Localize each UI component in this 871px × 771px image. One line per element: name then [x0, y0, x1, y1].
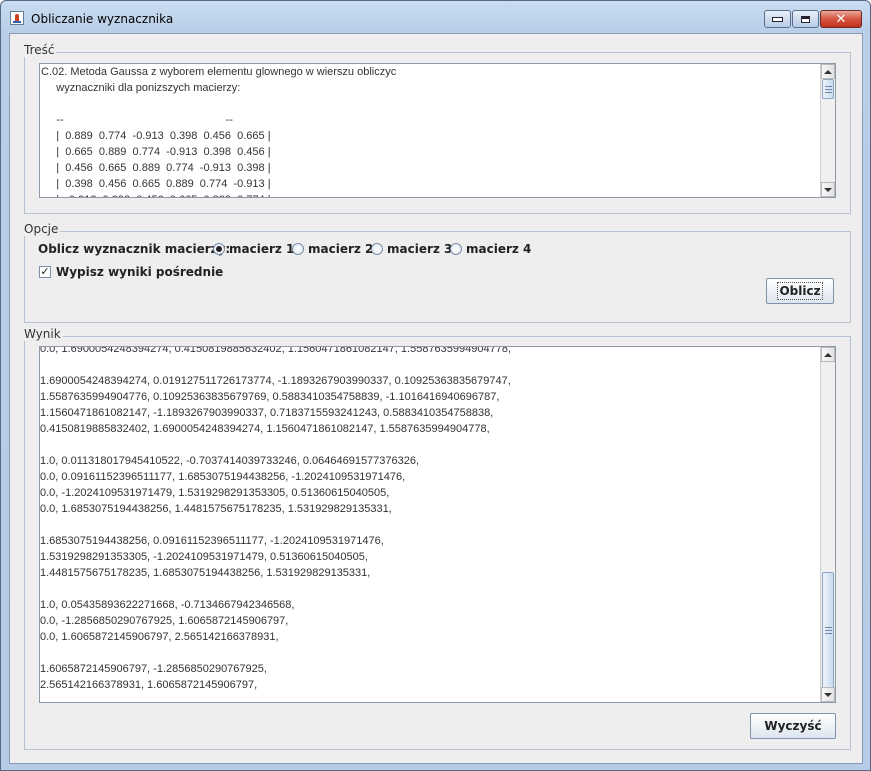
close-icon: ✕ [835, 11, 847, 27]
maximize-button[interactable] [792, 10, 819, 28]
text-line [41, 96, 820, 112]
text-line: 1.1560471861082147, -1.1893267903990337,… [40, 407, 494, 419]
text-line: 0.0, 1.6853075194438256, 1.4481575675178… [40, 503, 392, 515]
arrow-up-icon [824, 69, 832, 74]
text-line: | 0.398 0.456 0.665 0.889 0.774 -0.913 | [41, 178, 271, 190]
radio-label: macierz 4 [466, 242, 532, 256]
maximize-icon [801, 15, 810, 23]
show-intermediate-checkbox[interactable]: ✓ Wypisz wyniki pośrednie [39, 264, 223, 280]
text-line: 1.6065872145906797, -1.2856850290767925, [40, 663, 267, 675]
radio-macierz-2[interactable]: macierz 2 [292, 241, 373, 257]
text-line: | 0.456 0.665 0.889 0.774 -0.913 0.398 | [41, 162, 271, 174]
text-line: 1.6853075194438256, 0.09161152396511177,… [40, 535, 384, 547]
wynik-scrollbar[interactable] [820, 347, 835, 702]
arrow-down-icon [824, 692, 832, 697]
checkbox-label: Wypisz wyniki pośrednie [56, 265, 224, 279]
scroll-down-button[interactable] [821, 182, 835, 197]
tresc-textarea[interactable]: C.02. Metoda Gaussa z wyborem elementu g… [39, 63, 836, 198]
radio-label: macierz 2 [308, 242, 374, 256]
text-line [40, 357, 820, 373]
text-line: 0.0, 1.6900054248394274, 0.4150819885832… [40, 346, 512, 355]
text-line: 0.0, 0.09161152396511177, 1.685307519443… [40, 471, 406, 483]
radio-selected-icon [213, 243, 225, 255]
radio-macierz-3[interactable]: macierz 3 [371, 241, 452, 257]
java-app-icon [10, 11, 24, 25]
scroll-thumb[interactable] [822, 79, 834, 99]
opcje-title: Opcje [22, 222, 61, 236]
grip-icon [824, 85, 832, 93]
app-window: Obliczanie wyznacznika ✕ Treść C.02. Met… [0, 0, 871, 771]
arrow-down-icon [824, 187, 832, 192]
clear-button-label: Wyczyść [764, 719, 822, 733]
wynik-panel: Wynik 0.0, 1.6900054248394274, 0.4150819… [22, 327, 851, 750]
window-title: Obliczanie wyznacznika [31, 12, 174, 26]
text-line: | 0.889 0.774 -0.913 0.398 0.456 0.665 | [41, 130, 271, 142]
text-line: 1.0, 0.011318017945410522, -0.7037414039… [40, 455, 420, 467]
text-line: 1.5587635994904776, 0.10925363835679769,… [40, 391, 500, 403]
content-pane: Treść C.02. Metoda Gaussa z wyborem elem… [9, 33, 863, 764]
grip-icon [824, 627, 832, 634]
scroll-up-button[interactable] [821, 347, 835, 362]
text-line: 1.0, 0.05435893622271668, -0.71346679423… [40, 599, 295, 611]
radio-label: macierz 1 [229, 242, 295, 256]
tresc-panel: Treść C.02. Metoda Gaussa z wyborem elem… [22, 43, 851, 214]
tresc-text: C.02. Metoda Gaussa z wyborem elementu g… [40, 64, 820, 197]
text-line: -- -- [41, 114, 233, 126]
scroll-up-button[interactable] [821, 64, 835, 79]
wynik-title: Wynik [22, 327, 63, 341]
radio-unselected-icon [450, 243, 462, 255]
text-line: C.02. Metoda Gaussa z wyborem elementu g… [41, 66, 397, 78]
arrow-up-icon [824, 352, 832, 357]
minimize-button[interactable] [764, 10, 791, 28]
title-bar[interactable]: Obliczanie wyznacznika ✕ [1, 1, 870, 33]
text-line: | 0.665 0.889 0.774 -0.913 0.398 0.456 | [41, 146, 271, 158]
radio-unselected-icon [371, 243, 383, 255]
text-line: 0.0, 1.6065872145906797, 2.5651421663789… [40, 631, 279, 643]
opcje-panel: Opcje Oblicz wyznacznik macierzy: macier… [22, 222, 851, 323]
matrix-select-label: Oblicz wyznacznik macierzy: [38, 242, 231, 256]
radio-macierz-4[interactable]: macierz 4 [450, 241, 531, 257]
minimize-icon [772, 16, 783, 22]
wynik-textarea[interactable]: 0.0, 1.6900054248394274, 0.4150819885832… [39, 346, 836, 703]
text-line: wyznaczniki dla ponizszych macierzy: [41, 82, 241, 94]
tresc-title: Treść [22, 43, 57, 57]
close-button[interactable]: ✕ [820, 10, 862, 28]
text-line [40, 437, 820, 453]
checkmark-icon: ✓ [39, 265, 51, 278]
text-line: 1.5319298291353305, -1.2024109531971479,… [40, 551, 368, 563]
wynik-text: 0.0, 1.6900054248394274, 0.4150819885832… [40, 346, 820, 702]
text-line [40, 517, 820, 533]
text-line: 1.6900054248394274, 0.019127511726173774… [40, 375, 511, 387]
text-line [40, 645, 820, 661]
radio-unselected-icon [292, 243, 304, 255]
clear-button[interactable]: Wyczyść [750, 713, 836, 739]
text-line: 2.565142166378931, 1.6065872145906797, [40, 679, 258, 691]
radio-macierz-1[interactable]: macierz 1 [213, 241, 294, 257]
scroll-down-button[interactable] [821, 687, 835, 702]
text-line: 0.0, -1.2024109531971479, 1.531929829135… [40, 487, 390, 499]
radio-label: macierz 3 [387, 242, 453, 256]
text-line: 0.0, -1.2856850290767925, 1.606587214590… [40, 615, 289, 627]
compute-button[interactable]: Oblicz [766, 278, 834, 304]
text-line: 1.4481575675178235, 1.6853075194438256, … [40, 567, 371, 579]
compute-button-label: Oblicz [777, 282, 823, 300]
text-line: | -0.913 0.398 0.456 0.665 0.889 0.774 | [41, 192, 820, 197]
scroll-thumb[interactable] [822, 572, 834, 689]
text-line: 0.4150819885832402, 1.6900054248394274, … [40, 423, 490, 435]
text-line [40, 581, 820, 597]
tresc-scrollbar[interactable] [820, 64, 835, 197]
